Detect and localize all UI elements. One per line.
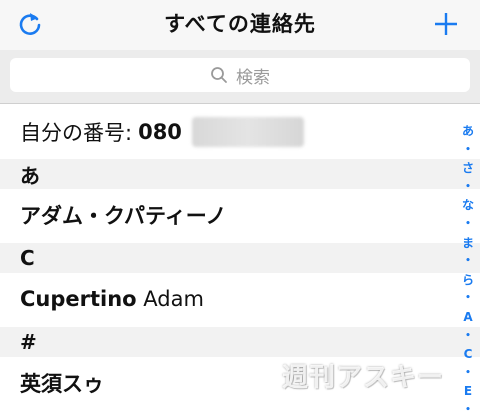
watermark-logo: 週刊アスキー bbox=[281, 363, 444, 393]
index-dot[interactable]: • bbox=[465, 364, 471, 383]
search-placeholder: 検索 bbox=[236, 67, 270, 88]
index-dot[interactable]: • bbox=[465, 215, 471, 234]
plus-icon bbox=[435, 13, 457, 35]
index-dot[interactable]: • bbox=[465, 252, 471, 271]
navigation-bar: すべての連絡先 bbox=[0, 0, 480, 50]
index-dot[interactable]: • bbox=[465, 289, 471, 308]
index-item[interactable]: A bbox=[463, 308, 472, 327]
section-letter: あ bbox=[20, 163, 40, 188]
page-title: すべての連絡先 bbox=[164, 12, 316, 36]
my-number-value: 080 bbox=[138, 119, 182, 144]
search-input[interactable]: 検索 bbox=[10, 58, 470, 92]
section-header: あ bbox=[0, 159, 480, 189]
section-index[interactable]: あ • さ • な • ま • ら • A • C • E • bbox=[456, 122, 480, 420]
my-number-label: 自分の番号: bbox=[20, 120, 133, 145]
index-item[interactable]: ら bbox=[462, 271, 474, 290]
index-item[interactable]: な bbox=[462, 196, 474, 215]
section-letter: # bbox=[20, 330, 37, 354]
contact-row[interactable]: アダム・クパティーノ bbox=[0, 189, 480, 241]
index-dot[interactable]: • bbox=[465, 327, 471, 346]
index-dot[interactable]: • bbox=[465, 178, 471, 197]
index-dot[interactable]: • bbox=[465, 401, 471, 420]
section-header: C bbox=[0, 243, 480, 273]
contact-name-bold: Cupertino bbox=[20, 287, 137, 311]
add-contact-button[interactable] bbox=[426, 4, 466, 44]
search-bar: 検索 bbox=[0, 50, 480, 104]
contact-name-bold: アダム・クパティーノ bbox=[20, 204, 227, 228]
contact-row[interactable]: Cupertino Adam bbox=[0, 273, 480, 325]
section-header: # bbox=[0, 327, 480, 357]
section-letter: C bbox=[20, 246, 35, 270]
contact-name-rest: Adam bbox=[136, 287, 204, 311]
contact-name-bold: 英須スゥ bbox=[20, 372, 104, 396]
index-item[interactable]: さ bbox=[462, 159, 474, 178]
index-item[interactable]: あ bbox=[462, 122, 474, 141]
index-item[interactable]: C bbox=[464, 345, 473, 364]
index-item[interactable]: ま bbox=[462, 234, 474, 253]
blurred-number bbox=[191, 116, 304, 147]
index-dot[interactable]: • bbox=[465, 141, 471, 160]
index-item[interactable]: E bbox=[464, 382, 472, 401]
my-number-row: 自分の番号: 080 bbox=[0, 104, 480, 159]
search-icon bbox=[211, 67, 227, 83]
